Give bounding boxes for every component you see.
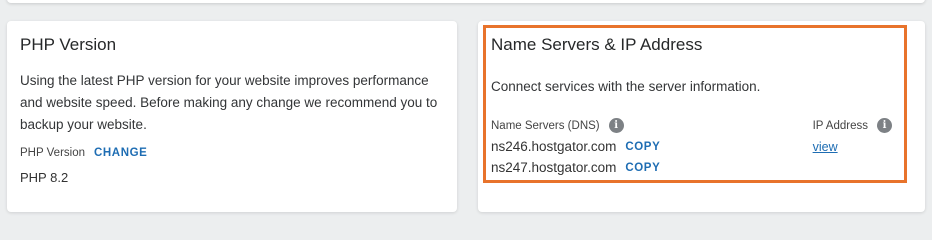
change-php-button[interactable]: CHANGE [94, 147, 147, 159]
php-version-card: PHP Version Using the latest PHP version… [7, 21, 457, 212]
view-ip-link[interactable]: view [813, 140, 838, 154]
ns-card-description: Connect services with the server informa… [491, 79, 761, 94]
info-icon[interactable]: i [877, 118, 892, 133]
copy-ns1-button[interactable]: COPY [625, 141, 660, 153]
previous-card-bottom [7, 0, 925, 3]
ns-value: ns246.hostgator.com [491, 139, 617, 154]
ns-row: ns247.hostgator.com COPY [491, 160, 660, 175]
ip-label-row: IP Address i [813, 118, 892, 133]
ns-label: Name Servers (DNS) [491, 119, 600, 132]
php-card-title: PHP Version [20, 35, 117, 54]
ip-label: IP Address [812, 119, 868, 132]
ns-label-row: Name Servers (DNS) i [491, 118, 660, 133]
copy-ns2-button[interactable]: COPY [625, 162, 660, 174]
ns-row: ns246.hostgator.com COPY [491, 139, 660, 154]
php-version-label: PHP Version [20, 147, 85, 159]
php-version-row: PHP Version CHANGE [20, 147, 444, 159]
info-icon[interactable]: i [608, 118, 624, 133]
ns-value: ns247.hostgator.com [491, 160, 617, 175]
php-card-description: Using the latest PHP version for your we… [20, 73, 438, 132]
php-version-value: PHP 8.2 [20, 170, 69, 185]
name-servers-card: Name Servers & IP Address Connect servic… [478, 21, 925, 212]
ns-column: Name Servers (DNS) i ns246.hostgator.com… [491, 118, 660, 175]
ns-columns: Name Servers (DNS) i ns246.hostgator.com… [491, 118, 912, 175]
ns-card-title: Name Servers & IP Address [491, 35, 703, 54]
ip-column: IP Address i view [813, 118, 892, 175]
